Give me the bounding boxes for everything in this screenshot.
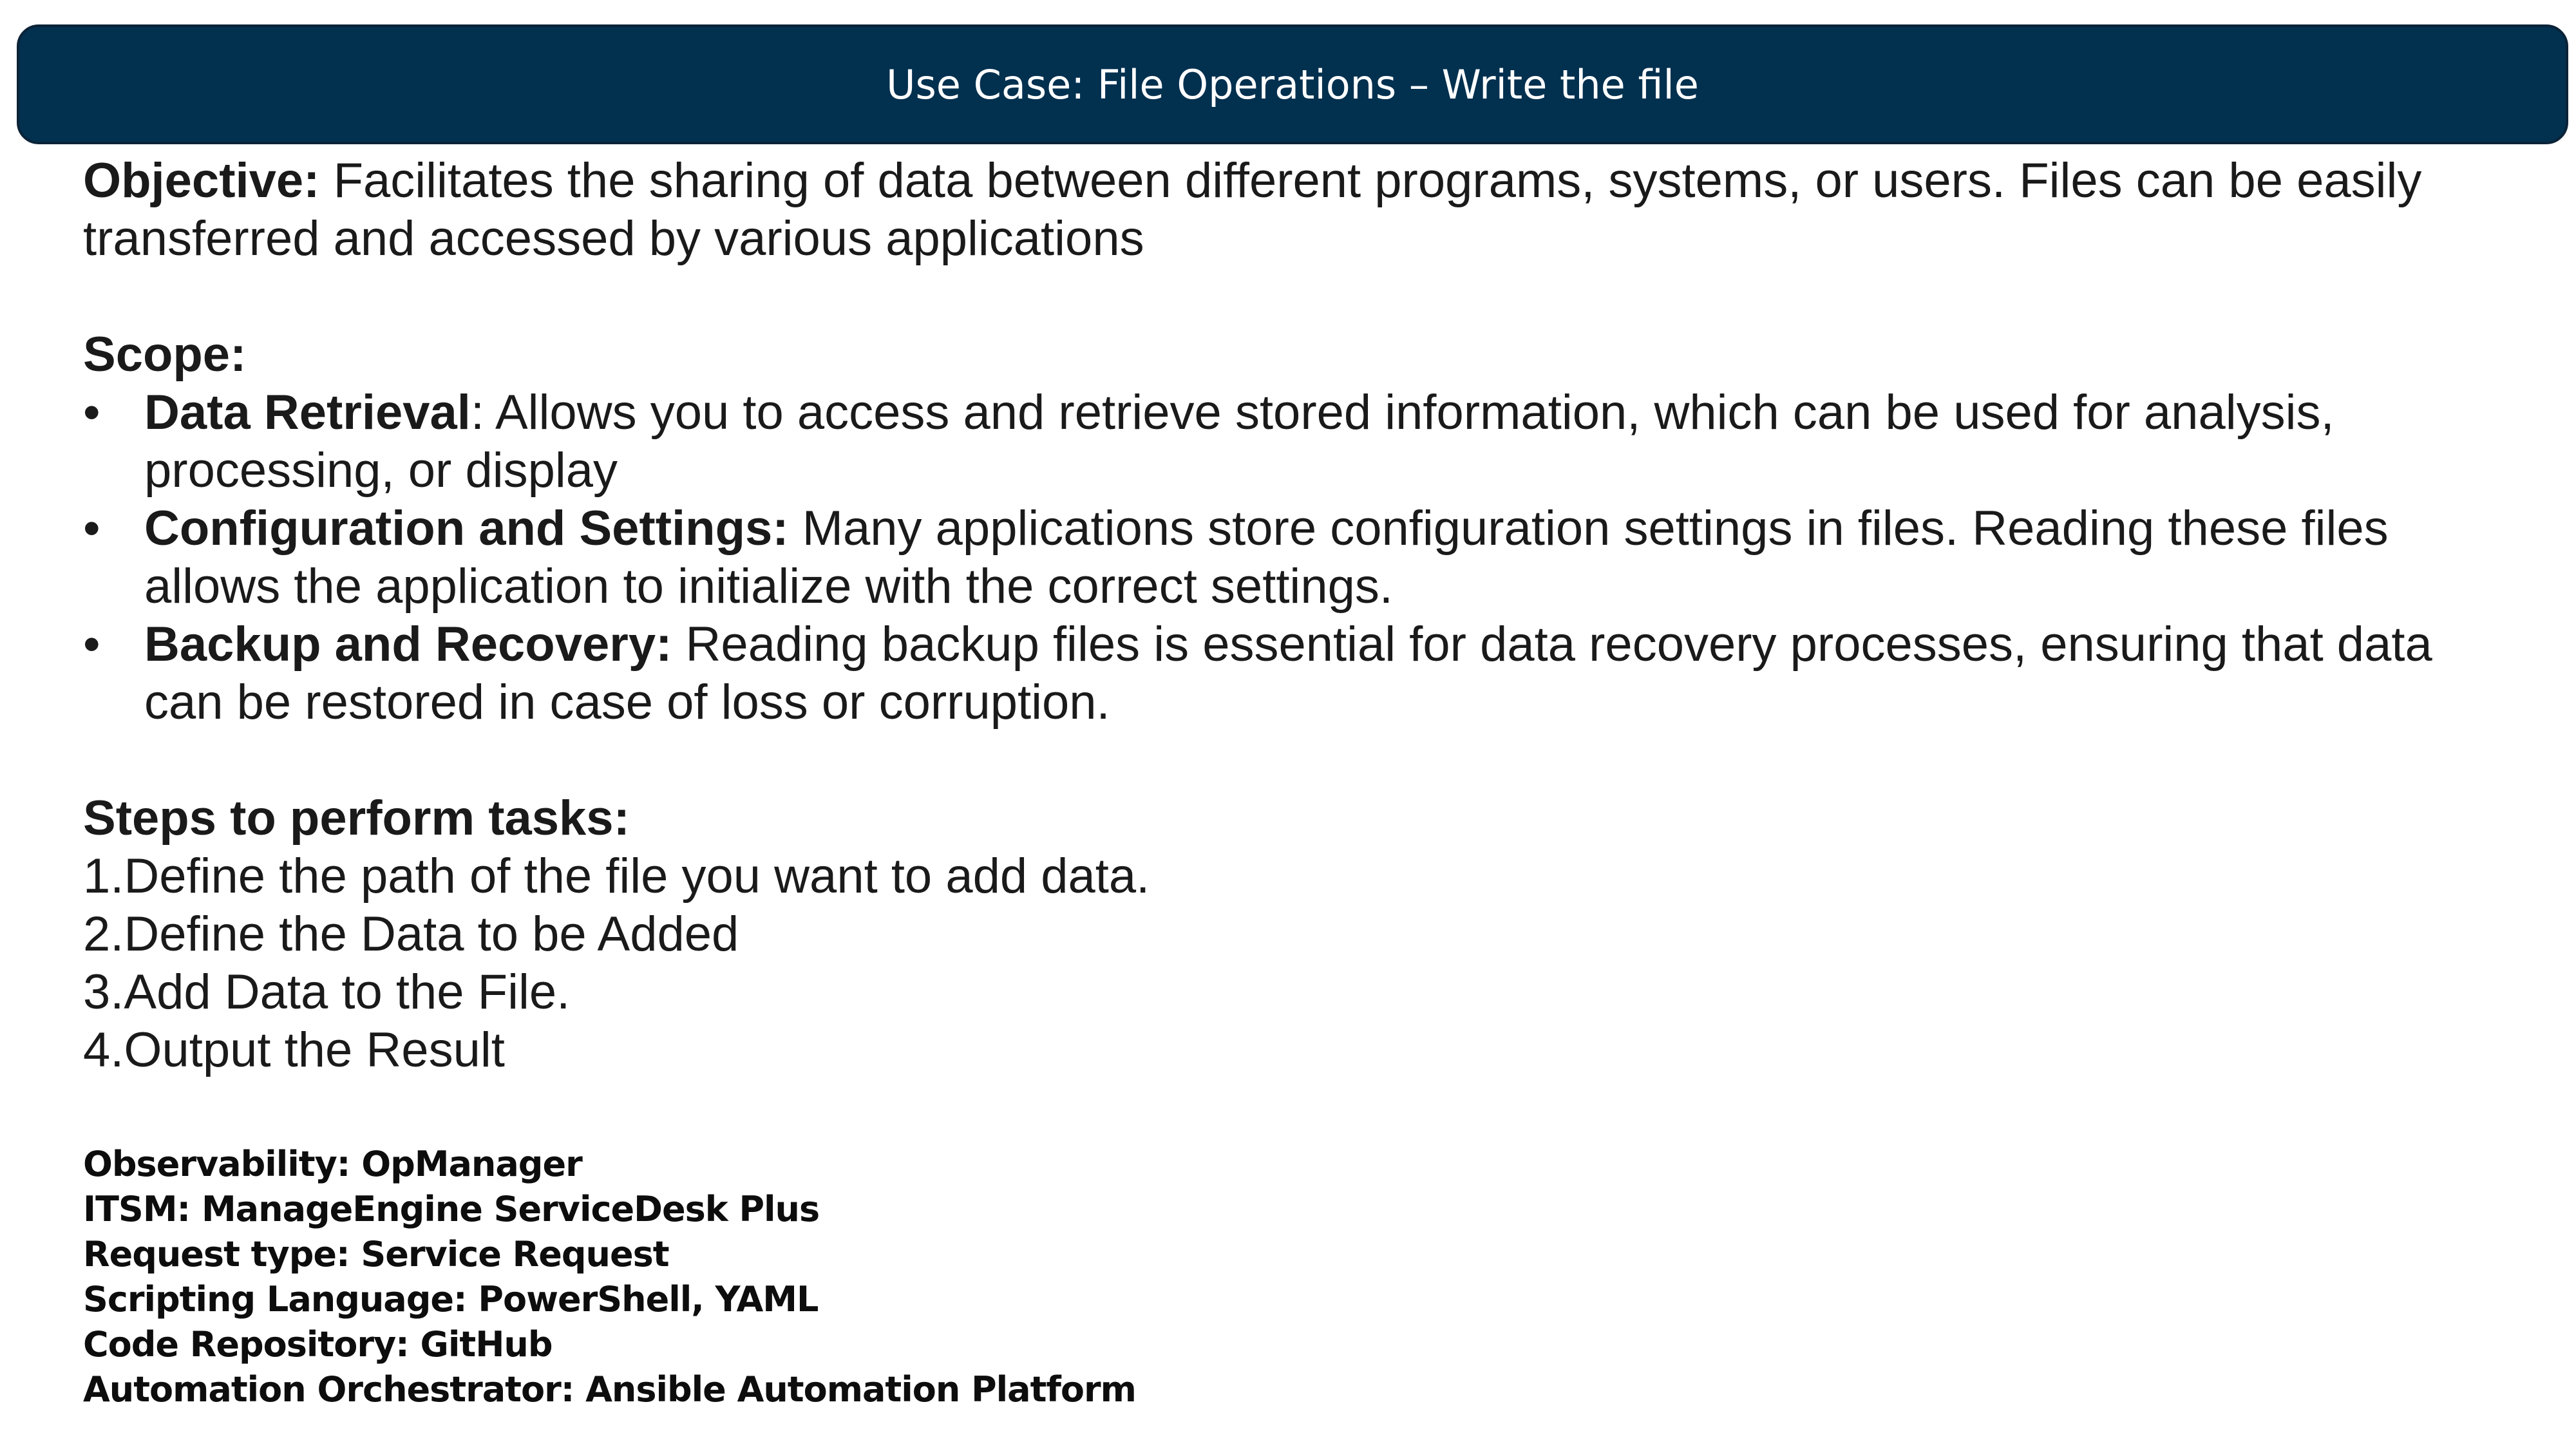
scope-item-backup: • Backup and Recovery: Reading backup fi…	[83, 616, 2479, 732]
title-banner: Use Case: File Operations – Write the fi…	[17, 24, 2568, 144]
scope-item-data-retrieval: • Data Retrieval: Allows you to access a…	[83, 384, 2479, 500]
scope-item-text: : Allows you to access and retrieve stor…	[144, 385, 2334, 498]
meta-automation-orchestrator: Automation Orchestrator: Ansible Automat…	[83, 1369, 1137, 1410]
meta-code-repository: Code Repository: GitHub	[83, 1324, 553, 1365]
objective-text: Facilitates the sharing of data between …	[83, 153, 2422, 266]
tooling-metadata: Observability: OpManager ITSM: ManageEng…	[83, 1142, 1137, 1412]
scope-item-label: Configuration and Settings:	[144, 501, 789, 556]
objective-label: Objective:	[83, 153, 320, 208]
scope-heading: Scope:	[83, 327, 247, 382]
scope-item-configuration: • Configuration and Settings: Many appli…	[83, 500, 2479, 616]
step-item: 2.Define the Data to be Added	[83, 907, 739, 961]
meta-request-type: Request type: Service Request	[83, 1234, 670, 1274]
steps-heading: Steps to perform tasks:	[83, 791, 630, 846]
slide-content: Objective: Facilitates the sharing of da…	[83, 152, 2479, 1079]
bullet-icon: •	[83, 617, 100, 672]
meta-observability: Observability: OpManager	[83, 1144, 583, 1184]
scope-item-label: Data Retrieval	[144, 385, 471, 440]
meta-itsm: ITSM: ManageEngine ServiceDesk Plus	[83, 1189, 820, 1229]
bullet-icon: •	[83, 501, 100, 556]
step-item: 1.Define the path of the file you want t…	[83, 849, 1150, 904]
step-item: 4.Output the Result	[83, 1023, 505, 1077]
scope-list: • Data Retrieval: Allows you to access a…	[83, 384, 2479, 732]
steps-list: 1.Define the path of the file you want t…	[83, 848, 2479, 1079]
page-title: Use Case: File Operations – Write the fi…	[886, 61, 1699, 108]
meta-scripting-language: Scripting Language: PowerShell, YAML	[83, 1279, 819, 1320]
scope-item-label: Backup and Recovery:	[144, 617, 672, 672]
step-item: 3.Add Data to the File.	[83, 965, 571, 1019]
objective-paragraph: Objective: Facilitates the sharing of da…	[83, 152, 2479, 268]
bullet-icon: •	[83, 385, 100, 440]
